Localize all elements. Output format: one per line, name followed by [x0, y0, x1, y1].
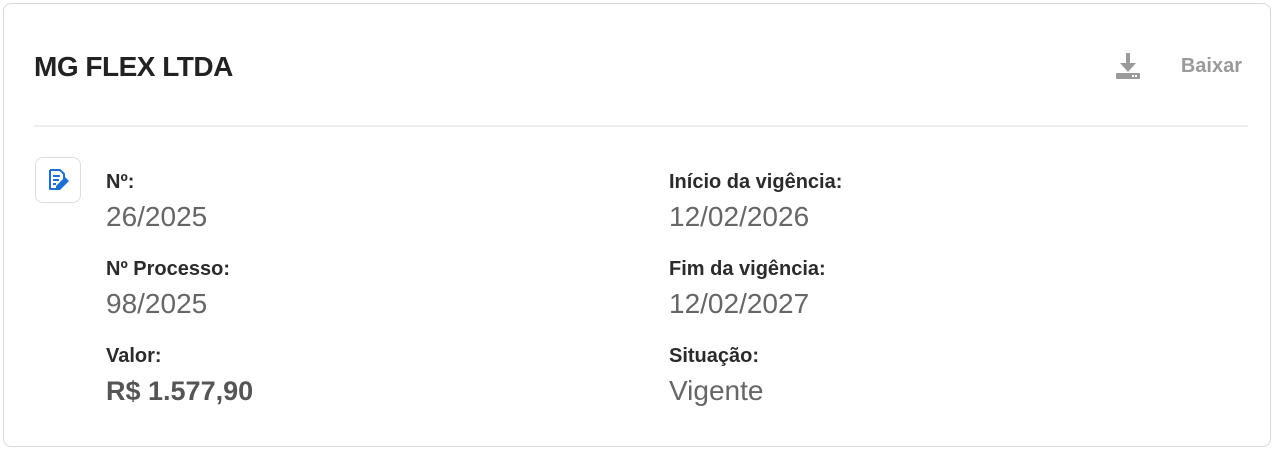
- download-label: Baixar: [1180, 54, 1242, 77]
- company-title: MG FLEX LTDA: [34, 51, 233, 82]
- field-processo: Nº Processo: 98/2025: [106, 257, 230, 321]
- field-numero-value: 26/2025: [106, 201, 208, 232]
- document-edit-icon: [35, 157, 81, 203]
- field-inicio-vigencia: Início da vigência: 12/02/2026: [669, 170, 842, 234]
- field-numero-label: Nº:: [106, 171, 135, 193]
- field-fim-vigencia-value: 12/02/2027: [669, 288, 810, 319]
- field-fim-vigencia-label: Fim da vigência:: [669, 258, 826, 280]
- field-inicio-vigencia-value: 12/02/2026: [669, 201, 810, 232]
- contract-card: MG FLEX LTDA Baixar Nº: 26/2025 Nº Proce…: [3, 3, 1271, 447]
- field-numero: Nº: 26/2025: [106, 170, 207, 234]
- field-situacao: Situação: Vigente: [669, 344, 763, 408]
- field-inicio-vigencia-label: Início da vigência:: [669, 171, 843, 193]
- field-processo-value: 98/2025: [106, 288, 208, 319]
- field-situacao-value: Vigente: [669, 375, 764, 406]
- download-icon: [1115, 52, 1141, 80]
- field-valor-label: Valor:: [106, 345, 162, 367]
- field-situacao-label: Situação:: [669, 345, 760, 367]
- download-button[interactable]: Baixar: [1115, 44, 1242, 88]
- field-valor-value: R$ 1.577,90: [106, 376, 254, 406]
- field-valor: Valor: R$ 1.577,90: [106, 344, 253, 408]
- header-divider: [34, 125, 1248, 127]
- field-processo-label: Nº Processo:: [106, 258, 231, 280]
- field-fim-vigencia: Fim da vigência: 12/02/2027: [669, 257, 826, 321]
